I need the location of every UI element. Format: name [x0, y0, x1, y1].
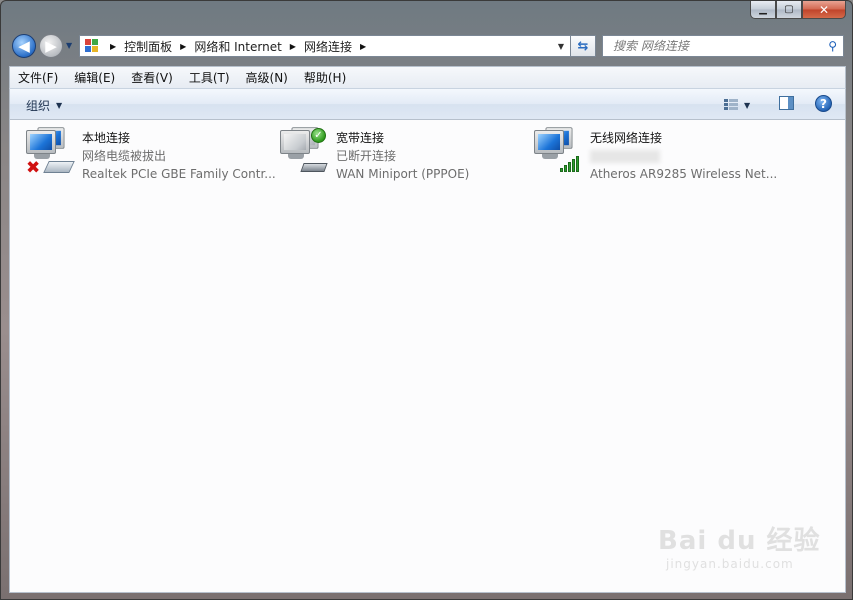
breadcrumb-separator[interactable]: ▶ [180, 42, 186, 51]
back-button[interactable]: ◀ [12, 34, 36, 58]
chevron-down-icon: ▼ [56, 101, 63, 110]
address-bar[interactable]: ▶ 控制面板 ▶ 网络和 Internet ▶ 网络连接 ▶ ▼ [79, 35, 571, 57]
connection-item-local[interactable]: ✖ 本地连接 网络电缆被拔出 Realtek PCIe GBE Family C… [20, 127, 276, 188]
connection-item-broadband[interactable]: ✓ 宽带连接 已断开连接 WAN Miniport (PPPOE) [274, 127, 524, 188]
signal-bars-icon [560, 156, 579, 172]
connection-device: Atheros AR9285 Wireless Net... [590, 167, 778, 181]
window-caption-buttons: ▁ ▢ ✕ [750, 1, 846, 21]
forward-arrow-icon: ▶ [45, 37, 57, 55]
breadcrumb-control-panel[interactable]: 控制面板 [124, 38, 172, 55]
network-adapter-icon: ✓ [280, 127, 332, 182]
connection-status: 网络电缆被拔出 [82, 149, 167, 163]
modem-icon [300, 163, 328, 172]
breadcrumb-separator[interactable]: ▶ [360, 42, 366, 51]
connection-device: WAN Miniport (PPPOE) [336, 167, 470, 181]
control-panel-icon [84, 38, 100, 54]
organize-label: 组织 [26, 99, 51, 113]
menu-tools[interactable]: 工具(T) [181, 68, 238, 88]
close-button[interactable]: ✕ [802, 1, 846, 19]
network-adapter-icon [534, 127, 586, 182]
maximize-button[interactable]: ▢ [776, 1, 802, 19]
recent-pages-dropdown[interactable]: ▼ [66, 41, 72, 50]
search-box[interactable]: ⚲ [602, 35, 844, 57]
menu-bar: 文件(F) 编辑(E) 查看(V) 工具(T) 高级(N) 帮助(H) [9, 66, 846, 88]
navigation-bar: ◀ ▶ ▼ ▶ 控制面板 ▶ 网络和 Internet ▶ 网络连接 ▶ ▼ ⇆… [1, 31, 852, 61]
preview-pane-icon[interactable] [779, 96, 794, 110]
minimize-button[interactable]: ▁ [750, 1, 776, 19]
menu-view[interactable]: 查看(V) [123, 68, 181, 88]
connection-device: Realtek PCIe GBE Family Contr... [82, 167, 276, 181]
watermark-url: jingyan.baidu.com [666, 557, 794, 571]
connection-name: 本地连接 [82, 131, 131, 145]
address-history-dropdown-icon[interactable]: ▼ [558, 42, 564, 51]
search-icon[interactable]: ⚲ [828, 39, 837, 53]
minimize-icon: ▁ [759, 4, 767, 15]
connection-item-wireless[interactable]: 无线网络连接 Atheros AR9285 Wireless Net... [528, 127, 778, 188]
chevron-down-icon: ▼ [744, 100, 751, 110]
maximize-icon: ▢ [784, 4, 794, 15]
help-icon[interactable]: ? [815, 95, 832, 112]
close-icon: ✕ [818, 2, 830, 17]
connection-status-redacted [590, 147, 777, 165]
breadcrumb-separator[interactable]: ▶ [110, 42, 116, 51]
menu-help[interactable]: 帮助(H) [296, 68, 354, 88]
watermark-brand: Bai du 经验 [658, 526, 821, 556]
disconnected-x-icon: ✖ [26, 158, 41, 178]
command-bar: 组织 ▼ ▼ ? [9, 88, 846, 120]
breadcrumb-network-internet[interactable]: 网络和 Internet [194, 38, 281, 55]
baidu-watermark: Bai du 经验 jingyan.baidu.com [658, 520, 821, 571]
network-adapter-icon: ✖ [26, 127, 78, 182]
menu-file[interactable]: 文件(F) [10, 68, 66, 88]
checkmark-icon: ✓ [311, 128, 326, 143]
breadcrumb-network-connections[interactable]: 网络连接 [304, 38, 352, 55]
connection-status: 已断开连接 [336, 149, 397, 163]
connection-name: 宽带连接 [336, 131, 385, 145]
forward-button[interactable]: ▶ [39, 34, 63, 58]
menu-edit[interactable]: 编辑(E) [66, 68, 123, 88]
connection-name: 无线网络连接 [590, 131, 663, 145]
network-cable-icon [43, 161, 75, 173]
network-connections-window: ▁ ▢ ✕ ◀ ▶ ▼ ▶ 控制面板 ▶ 网络和 Internet ▶ 网络连接… [0, 0, 853, 600]
refresh-icon: ⇆ [577, 38, 589, 54]
organize-button[interactable]: 组织 ▼ [26, 97, 62, 114]
change-view-button[interactable]: ▼ [724, 97, 758, 113]
menu-advanced[interactable]: 高级(N) [238, 68, 296, 88]
search-input[interactable] [611, 38, 825, 54]
refresh-button[interactable]: ⇆ [571, 35, 596, 57]
change-view-icon [724, 99, 738, 111]
connections-list: ✖ 本地连接 网络电缆被拔出 Realtek PCIe GBE Family C… [9, 120, 846, 593]
back-arrow-icon: ◀ [18, 37, 30, 55]
breadcrumb-separator[interactable]: ▶ [290, 42, 296, 51]
